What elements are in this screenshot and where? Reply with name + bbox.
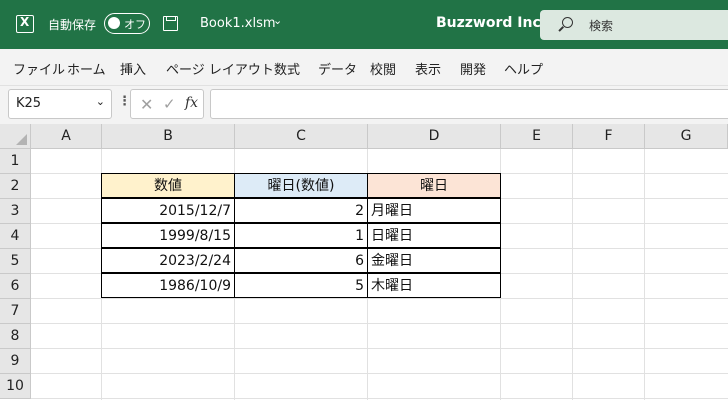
tab-insert[interactable]: 挿入 — [120, 59, 146, 78]
tab-developer[interactable]: 開発 — [460, 59, 486, 78]
tab-file[interactable]: ファイル — [13, 59, 65, 78]
row-header-7[interactable]: 7 — [0, 299, 31, 324]
toggle-state-label: オフ — [124, 18, 146, 31]
cell-b4[interactable]: 1999/8/15 — [101, 223, 235, 248]
gridline — [31, 323, 728, 324]
tab-review[interactable]: 校閲 — [370, 59, 396, 78]
cell-c2[interactable]: 曜日(数値) — [234, 173, 368, 198]
column-header-e[interactable]: E — [501, 124, 573, 149]
insert-function-icon[interactable]: fx — [185, 95, 198, 111]
tab-help[interactable]: ヘルプ — [504, 59, 543, 78]
column-header-f[interactable]: F — [573, 124, 645, 149]
gridline — [31, 373, 728, 374]
search-placeholder: 検索 — [589, 19, 614, 33]
row-header-1[interactable]: 1 — [0, 149, 31, 174]
row-header-9[interactable]: 9 — [0, 349, 31, 374]
select-all-button[interactable] — [0, 124, 31, 149]
cell-c3[interactable]: 2 — [234, 198, 368, 223]
column-header-c[interactable]: C — [235, 124, 368, 149]
tab-view[interactable]: 表示 — [415, 59, 441, 78]
cell-c6[interactable]: 5 — [234, 273, 368, 298]
search-box[interactable]: 検索 — [540, 10, 728, 40]
name-box[interactable]: K25 ⌄ — [8, 89, 112, 119]
tab-home[interactable]: ホーム — [67, 59, 106, 78]
cell-b2[interactable]: 数値 — [101, 173, 235, 198]
row-header-3[interactable]: 3 — [0, 199, 31, 224]
save-icon[interactable] — [163, 16, 178, 31]
row-header-8[interactable]: 8 — [0, 324, 31, 349]
title-bar: 自動保存 オフ Book1.xlsm ⌄ Buzzword Inc. 検索 — [0, 0, 728, 49]
ribbon-tabs: ファイル ホーム 挿入 ページ レイアウト 数式 データ 校閲 表示 開発 ヘル… — [0, 49, 728, 86]
autosave-toggle[interactable]: オフ — [104, 13, 150, 34]
cell-d5[interactable]: 金曜日 — [367, 248, 501, 273]
column-header-d[interactable]: D — [368, 124, 501, 149]
chevron-down-icon[interactable]: ⌄ — [273, 14, 282, 27]
row-header-2[interactable]: 2 — [0, 174, 31, 199]
row-header-5[interactable]: 5 — [0, 249, 31, 274]
spreadsheet-grid[interactable]: A B C D E F G 1 2 3 4 5 6 7 8 9 10 数値 曜日… — [0, 124, 728, 400]
gridline — [31, 348, 728, 349]
cancel-icon[interactable]: ✕ — [140, 95, 153, 114]
excel-logo-icon — [16, 15, 34, 33]
cell-b6[interactable]: 1986/10/9 — [101, 273, 235, 298]
cell-d2[interactable]: 曜日 — [367, 173, 501, 198]
account-name: Buzzword Inc. — [436, 15, 547, 31]
toggle-knob — [108, 17, 120, 29]
cell-b3[interactable]: 2015/12/7 — [101, 198, 235, 223]
column-header-g[interactable]: G — [645, 124, 728, 149]
cell-d6[interactable]: 木曜日 — [367, 273, 501, 298]
search-icon — [562, 17, 573, 28]
enter-icon[interactable]: ✓ — [163, 95, 176, 113]
name-box-value: K25 — [16, 96, 42, 111]
gridline — [644, 149, 645, 400]
cell-b5[interactable]: 2023/2/24 — [101, 248, 235, 273]
cell-d4[interactable]: 日曜日 — [367, 223, 501, 248]
row-header-4[interactable]: 4 — [0, 224, 31, 249]
cell-c5[interactable]: 6 — [234, 248, 368, 273]
gridline — [572, 149, 573, 400]
chevron-down-icon[interactable]: ⌄ — [96, 95, 105, 108]
gridline — [31, 298, 728, 299]
tab-formulas[interactable]: 数式 — [274, 59, 300, 78]
row-header-6[interactable]: 6 — [0, 274, 31, 299]
column-header-a[interactable]: A — [31, 124, 102, 149]
autosave-label: 自動保存 — [48, 18, 97, 32]
tab-data[interactable]: データ — [318, 59, 357, 78]
cell-d3[interactable]: 月曜日 — [367, 198, 501, 223]
formula-input[interactable] — [210, 89, 728, 119]
tab-page-layout[interactable]: ページ レイアウト — [166, 59, 274, 78]
gridline — [31, 398, 728, 399]
document-title[interactable]: Book1.xlsm — [200, 16, 276, 31]
formula-controls: ✕ ✓ fx — [130, 89, 204, 119]
column-header-b[interactable]: B — [102, 124, 235, 149]
cell-c4[interactable]: 1 — [234, 223, 368, 248]
formula-bar: K25 ⌄ ⋮ ✕ ✓ fx — [0, 86, 728, 124]
row-header-10[interactable]: 10 — [0, 374, 31, 399]
